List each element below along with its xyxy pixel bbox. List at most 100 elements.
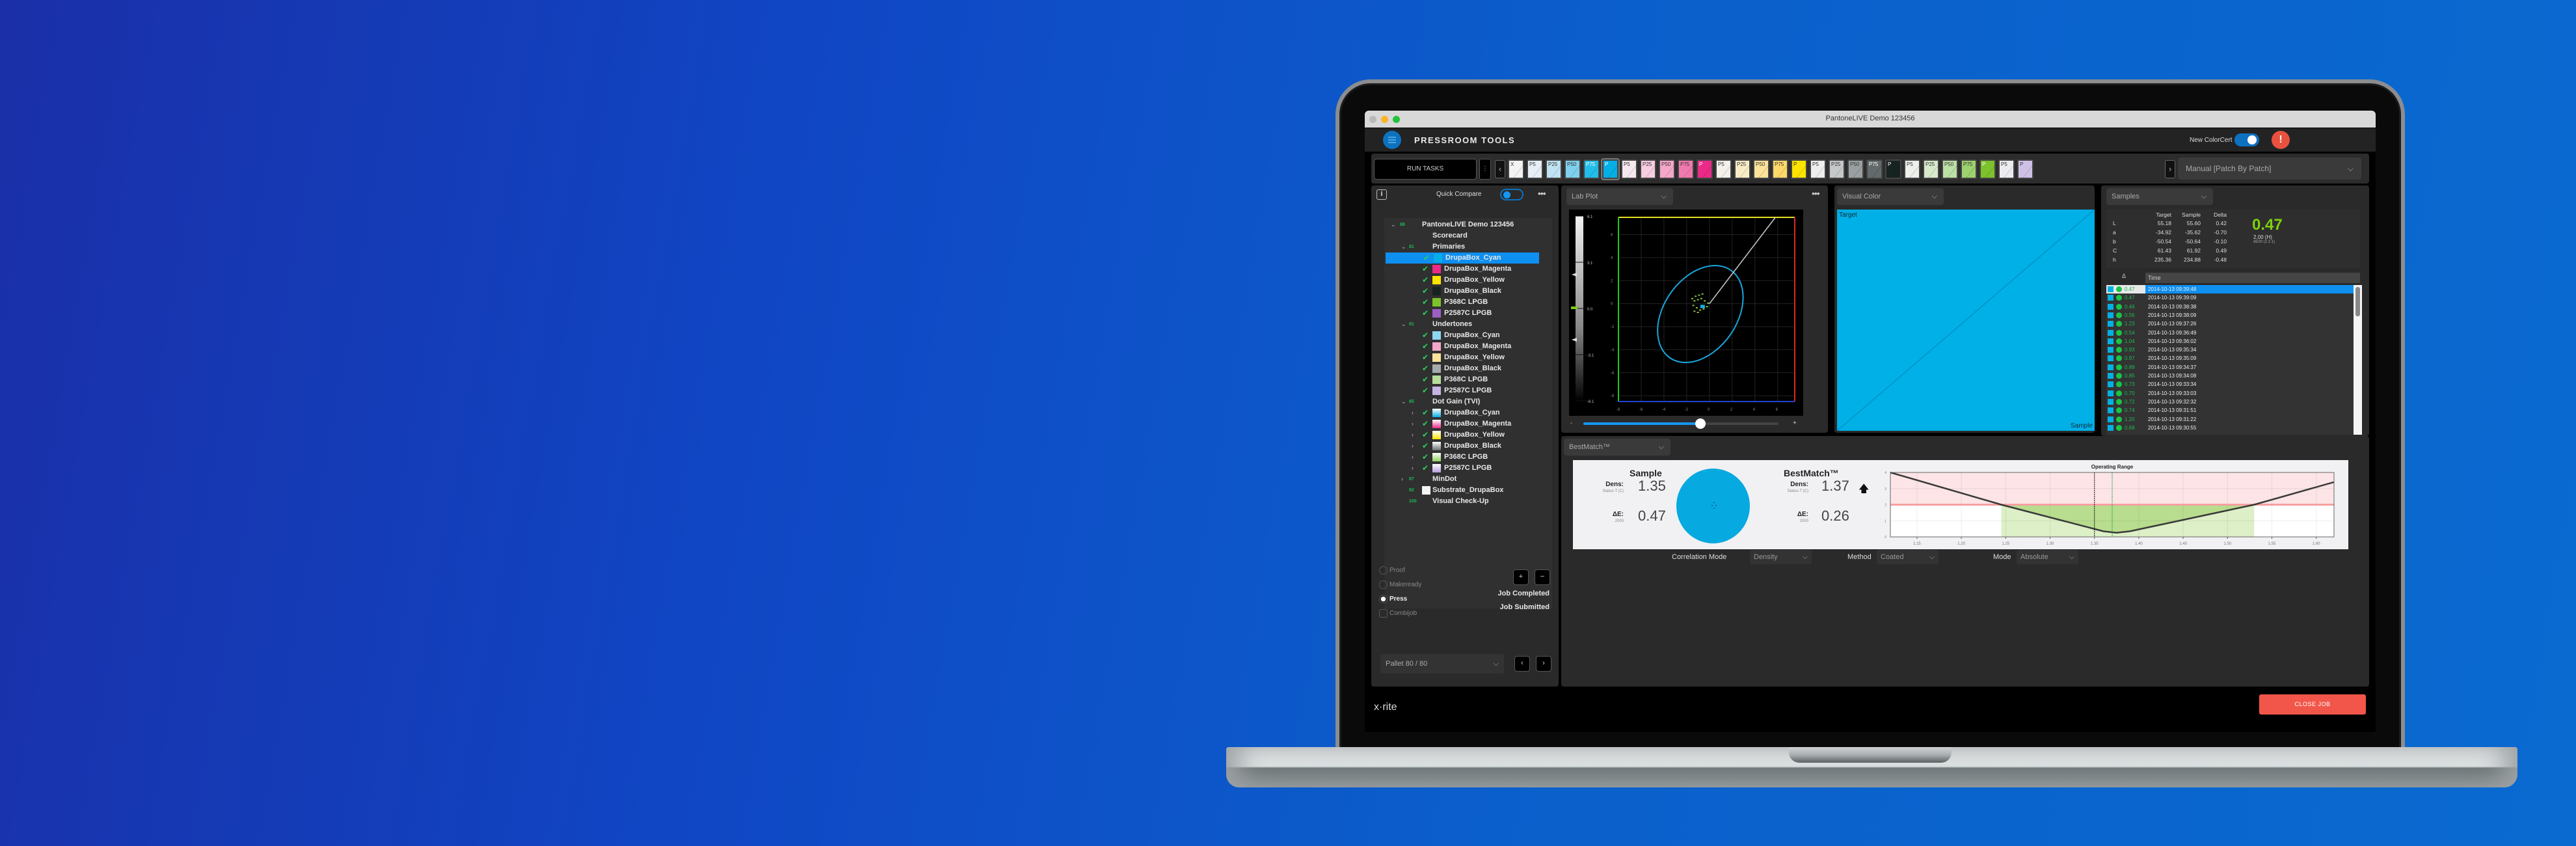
zoom-slider[interactable] [1583,418,1778,429]
chevron-right-icon[interactable]: › [1412,441,1414,452]
tree-item[interactable]: ✔ DrupaBox_Magenta [1384,264,1552,275]
tree-item[interactable]: ⌄ 81 Primaries [1384,241,1552,252]
sample-row[interactable]: 0.73 2014-10-13 09:33:34 [2106,380,2354,389]
sample-row[interactable]: 0.56 2014-10-13 09:38:09 [2106,311,2354,320]
swatch-patch[interactable]: P50 [1847,159,1864,179]
swatch-patch[interactable]: P [1885,159,1901,179]
job-submitted-label[interactable]: Job Submitted [1500,603,1550,611]
chevron-right-icon[interactable]: › [1412,463,1414,474]
alert-icon[interactable]: ! [2272,131,2290,149]
sample-row[interactable]: 0.46 2014-10-13 09:38:38 [2106,303,2354,311]
control-select[interactable]: Absolute ⌵ [2017,550,2078,564]
sample-row[interactable]: 0.74 2014-10-13 09:31:51 [2106,406,2354,415]
sample-row[interactable]: 0.89 2014-10-13 09:34:37 [2106,363,2354,372]
measurement-mode-select[interactable]: Manual [Patch By Patch] ⌵ [2178,157,2361,180]
tree-item[interactable]: ⌄ 91 Undertones [1384,319,1552,330]
swatch-patch[interactable]: P50 [1753,159,1769,179]
tree-item[interactable]: ✔ P2587C LPGB [1384,385,1552,396]
pallet-prev-button[interactable]: ‹ [1514,656,1530,672]
swatch-patch[interactable]: P25 [1546,159,1562,179]
run-tasks-button[interactable]: RUN TASKS [1374,159,1477,180]
swatch-patch[interactable]: P50 [1942,159,1958,179]
swatch-patch[interactable]: P75 [1866,159,1883,179]
swatch-patch[interactable]: P [1979,159,1996,179]
time-column-header[interactable]: Time [2145,273,2360,283]
tree-item[interactable]: 92 Substrate_DrupaBox [1384,485,1552,496]
tree-item[interactable]: ✔ DrupaBox_Cyan [1386,252,1539,264]
pallet-next-button[interactable]: › [1536,656,1551,672]
quick-compare-toggle[interactable] [1500,189,1523,200]
bestmatch-dropdown[interactable]: BestMatch™ ⌵ [1564,439,1670,456]
swatch-patch[interactable]: P50 [1659,159,1675,179]
swatch-patch[interactable]: P75 [1961,159,1977,179]
sample-row[interactable]: 0.47 2014-10-13 09:39:09 [2106,293,2354,302]
swatch-patch[interactable]: P [1697,159,1713,179]
swatch-prev-button[interactable]: ‹ [1495,160,1505,178]
pallet-select[interactable]: Pallet 80 / 80 ⌵ [1380,654,1504,674]
sample-row[interactable]: 0.54 2014-10-13 09:36:49 [2106,329,2354,337]
swatch-patch[interactable]: P75 [1772,159,1788,179]
control-select[interactable]: Density ⌵ [1750,550,1812,564]
tree-item[interactable]: ✔ DrupaBox_Black [1384,363,1552,374]
swatch-patch[interactable]: P5 [1810,159,1826,179]
sample-row[interactable]: 1.20 2014-10-13 09:31:22 [2106,415,2354,424]
chevron-down-icon[interactable]: ⌄ [1401,241,1406,252]
tree-item[interactable]: › ✔ P368C LPGB [1384,452,1552,463]
swatch-patch[interactable]: P5 [1527,159,1543,179]
swatch-patch[interactable]: P5 [1621,159,1637,179]
tree-item[interactable]: ⌄ 88 PantoneLIVE Demo 123456 [1384,219,1552,230]
swatch-patch[interactable]: P25 [1734,159,1751,179]
chevron-right-icon[interactable]: › [1412,452,1414,463]
samples-dropdown[interactable]: Samples ⌵ [2106,188,2213,205]
swatch-patch[interactable]: P25 [1923,159,1939,179]
new-colorcert-toggle[interactable] [2234,133,2259,146]
job-completed-label[interactable]: Job Completed [1498,590,1550,597]
lightness-lower-handle[interactable] [1572,338,1577,342]
chevron-down-icon[interactable]: ⌄ [1391,219,1396,230]
tree-item[interactable]: ✔ DrupaBox_Cyan [1384,330,1552,341]
swatch-next-button[interactable]: › [2165,160,2175,178]
lightness-upper-handle[interactable] [1572,273,1577,277]
tree-item[interactable]: ✔ P2587C LPGB [1384,308,1552,319]
chevron-right-icon[interactable]: › [1412,418,1414,430]
swatch-patch[interactable]: P [1601,158,1620,180]
tree-item[interactable]: ✔ DrupaBox_Magenta [1384,341,1552,352]
swatch-patch[interactable]: P75 [1678,159,1694,179]
remove-button[interactable]: − [1535,569,1550,585]
zoom-out-icon[interactable]: - [1570,420,1572,427]
swatch-patch[interactable]: P [2017,159,2033,179]
samples-scrollbar[interactable] [2354,285,2362,435]
run-tasks-menu-button[interactable]: ⋮ [1479,159,1491,180]
lab-plot-dropdown[interactable]: Lab Plot ⌵ [1566,188,1673,205]
sample-row[interactable]: 0.47 2014-10-13 09:39:48 [2106,285,2354,293]
tree-item[interactable]: ✔ P368C LPGB [1384,297,1552,308]
tree-item[interactable]: › ✔ P2587C LPGB [1384,463,1552,474]
sample-row[interactable]: 1.04 2014-10-13 09:36:02 [2106,337,2354,346]
chevron-down-icon[interactable]: ⌄ [1401,396,1406,407]
tree-item[interactable]: 100 Visual Check-Up [1384,496,1552,507]
swatch-patch[interactable]: P50 [1564,159,1581,179]
zoom-in-icon[interactable]: + [1793,420,1797,427]
info-icon[interactable]: i [1376,189,1387,200]
tree-item[interactable]: › ✔ DrupaBox_Yellow [1384,430,1552,441]
tree-item[interactable]: ✔ DrupaBox_Yellow [1384,352,1552,363]
sample-row[interactable]: 0.93 2014-10-13 09:35:34 [2106,346,2354,354]
job-type-radio[interactable]: Press [1379,595,1407,603]
job-type-checkbox[interactable]: Combijob [1379,609,1417,618]
swatch-patch[interactable]: P [1791,159,1807,179]
tree-item[interactable]: Scorecard [1384,230,1552,241]
swatch-patch[interactable]: X [1508,159,1524,179]
zoom-slider-handle[interactable] [1695,418,1706,429]
tree-item[interactable]: ✔ P368C LPGB [1384,374,1552,385]
sample-row[interactable]: 0.85 2014-10-13 09:34:08 [2106,372,2354,380]
more-options-icon[interactable]: ••• [1812,188,1820,198]
swatch-patch[interactable]: P5 [1904,159,1920,179]
tree-item[interactable]: ✔ DrupaBox_Yellow [1384,275,1552,286]
swatch-patch[interactable]: P5 [1715,159,1732,179]
sort-delta-header[interactable]: Δ [2122,273,2126,279]
sample-row[interactable]: 1.23 2014-10-13 09:37:26 [2106,320,2354,328]
chevron-right-icon[interactable]: › [1412,407,1414,418]
swatch-patch[interactable]: P5 [1998,159,2015,179]
job-type-radio[interactable]: Proof [1379,566,1405,575]
swatch-patch[interactable]: P25 [1640,159,1656,179]
